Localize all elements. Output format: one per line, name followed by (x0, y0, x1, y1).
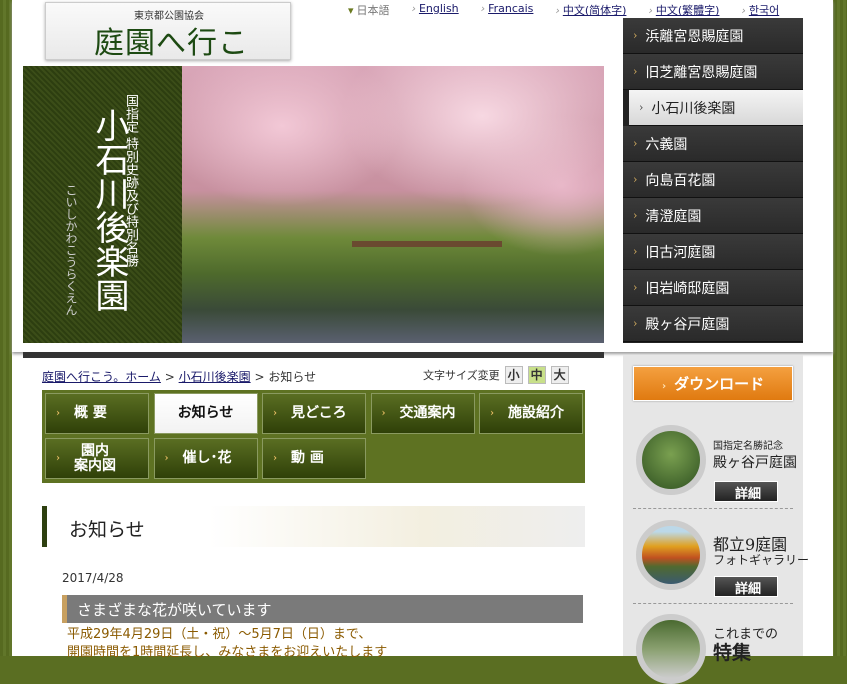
arrow-icon: › (56, 453, 60, 464)
language-nav: ▾ 日本語 › English › Francais › 中文(简体字) › 中文(繁體字… (348, 2, 801, 18)
garden-nav-item[interactable]: › 旧芝離宮恩賜庭園 (623, 54, 803, 90)
lang-zh-tw[interactable]: › 中文(繁體字) (648, 2, 719, 18)
lang-zh-cn[interactable]: › 中文(简体字) (555, 2, 626, 18)
section-title: お知らせ (69, 519, 145, 541)
garden-nav-label: 浜離宮恩賜庭園 (645, 28, 744, 45)
tab-item[interactable]: › 概 要 (45, 393, 149, 434)
arrow-icon: › (633, 317, 638, 330)
promo3-title: 特集 (713, 642, 752, 664)
garden-nav: › 浜離宮恩賜庭園 › 旧芝離宮恩賜庭園 › 小石川後楽園 › 六義園 › 向島百花園 › 清澄庭園 ›… (623, 18, 803, 343)
garden-tabs: › 概 要 お知らせ › 見どころ › 交通案内 › 施設紹介 › 園内 案内図 › 催し･花 › 動 画 (42, 390, 585, 483)
arrow-icon: › (633, 245, 638, 258)
hero-title-panel: 国指定 特別史跡及び特別名勝 小石川後楽園 こいしかわこうらくえん (23, 66, 182, 343)
tab-item[interactable]: お知らせ (153, 393, 258, 434)
garden-nav-item[interactable]: › 向島百花園 (623, 162, 803, 198)
tab-item[interactable]: › 園内 案内図 (45, 438, 149, 479)
arrow-icon: › (633, 281, 638, 294)
promo1-sub: 国指定名勝記念 (713, 441, 783, 452)
garden-nav-label: 清澄庭園 (645, 208, 702, 225)
tab-item[interactable]: › 見どころ (262, 393, 366, 434)
font-size-medium[interactable]: 中 (527, 366, 546, 384)
news-line: 平成29年4月29日（土・祝）～5月7日（日）まで、 (67, 627, 372, 642)
promo1-detail-button[interactable]: 詳細 (714, 481, 778, 502)
hero-photo-cherry-blossoms (182, 66, 604, 343)
tab-item[interactable]: › 交通案内 (370, 393, 475, 434)
tab-label: 概 要 (74, 405, 107, 421)
promo2-detail-button[interactable]: 詳細 (714, 576, 778, 597)
garden-nav-item[interactable]: › 六義園 (623, 126, 803, 162)
news-line: 開園時間を1時間延長し、みなさまをお迎えいたします (67, 645, 388, 660)
arrow-icon: › (633, 65, 638, 78)
hero-reading: こいしかわこうらくえん (64, 184, 78, 316)
garden-nav-label: 殿ヶ谷戸庭園 (645, 316, 730, 333)
garden-nav-label: 六義園 (645, 136, 688, 153)
promo-image-gallery[interactable] (636, 520, 706, 590)
news-body: 平成29年4月29日（土・祝）～5月7日（日）まで、 開園時間を1時間延長し、み… (67, 626, 387, 662)
font-size-label: 文字サイズ変更 (423, 369, 500, 382)
tab-label: お知らせ (177, 405, 234, 421)
garden-nav-label: 旧芝離宮恩賜庭園 (645, 64, 758, 81)
breadcrumb-home[interactable]: 庭園へ行こう。ホーム (42, 370, 161, 384)
garden-nav-item[interactable]: › 殿ヶ谷戸庭園 (623, 306, 803, 342)
download-button[interactable]: › ダウンロード (633, 366, 793, 401)
breadcrumb-current: お知らせ (268, 370, 317, 384)
tab-label: 施設紹介 (508, 405, 564, 421)
breadcrumb: 庭園へ行こう。ホーム > 小石川後楽園 > お知らせ (42, 370, 317, 384)
arrow-icon: › (633, 29, 638, 42)
garden-nav-label: 向島百花園 (645, 172, 716, 189)
promo1-title: 殿ヶ谷戸庭園 (713, 455, 797, 471)
tab-label: 催し･花 (182, 450, 232, 466)
news-date: 2017/4/28 (62, 571, 124, 585)
garden-nav-item[interactable]: › 小石川後楽園 (629, 90, 803, 126)
garden-nav-label: 旧古河庭園 (645, 244, 716, 261)
arrow-icon: › (633, 209, 638, 222)
arrow-icon: › (164, 453, 169, 464)
arrow-icon: › (639, 101, 644, 114)
tab-item[interactable]: › 施設紹介 (479, 393, 583, 434)
bridge-image (352, 241, 502, 301)
divider (633, 603, 793, 604)
font-size-small[interactable]: 小 (504, 366, 523, 384)
hero-garden-name: 小石川後楽園 (89, 108, 129, 312)
tab-item[interactable]: › 動 画 (262, 438, 366, 479)
arrow-icon: › (490, 408, 494, 419)
arrow-icon: › (633, 173, 638, 186)
divider (633, 508, 793, 509)
arrow-icon: › (273, 408, 277, 419)
garden-nav-label: 旧岩崎邸庭園 (645, 280, 730, 297)
lang-ja[interactable]: ▾ 日本語 (348, 2, 390, 18)
tab-label: 交通案内 (399, 405, 456, 421)
arrow-icon: › (633, 137, 638, 150)
lang-ko[interactable]: › 한국어 (741, 2, 779, 18)
garden-nav-item[interactable]: › 旧岩崎邸庭園 (623, 270, 803, 306)
garden-nav-label: 小石川後楽園 (651, 100, 736, 117)
tab-label: 園内 案内図 (74, 442, 116, 474)
lang-en[interactable]: › English (412, 2, 459, 18)
garden-nav-item[interactable]: › 旧古河庭園 (623, 234, 803, 270)
arrow-icon: › (273, 453, 277, 464)
section-heading: お知らせ (42, 506, 585, 547)
breadcrumb-garden[interactable]: 小石川後楽園 (179, 370, 251, 384)
promo-image-tonogayato[interactable] (636, 425, 706, 495)
tab-label: 見どころ (291, 405, 347, 421)
lang-fr[interactable]: › Francais (481, 2, 534, 18)
arrow-icon: › (381, 408, 386, 419)
arrow-icon: › (56, 408, 60, 419)
news-title: さまざまな花が咲いています (62, 595, 583, 623)
promo-image-features[interactable] (636, 614, 706, 684)
font-size-control: 文字サイズ変更 小 中 大 (423, 366, 569, 384)
font-size-large[interactable]: 大 (550, 366, 569, 384)
promo2-sub: フォトギャラリー (713, 553, 810, 567)
divider (23, 352, 604, 358)
garden-nav-item[interactable]: › 清澄庭園 (623, 198, 803, 234)
garden-nav-item[interactable]: › 浜離宮恩賜庭園 (623, 18, 803, 54)
site-logo[interactable]: 東京都公園協会 庭園へ行こう。 (45, 2, 291, 105)
tab-label: 動 画 (291, 450, 324, 466)
tab-item[interactable]: › 催し･花 (153, 438, 258, 479)
